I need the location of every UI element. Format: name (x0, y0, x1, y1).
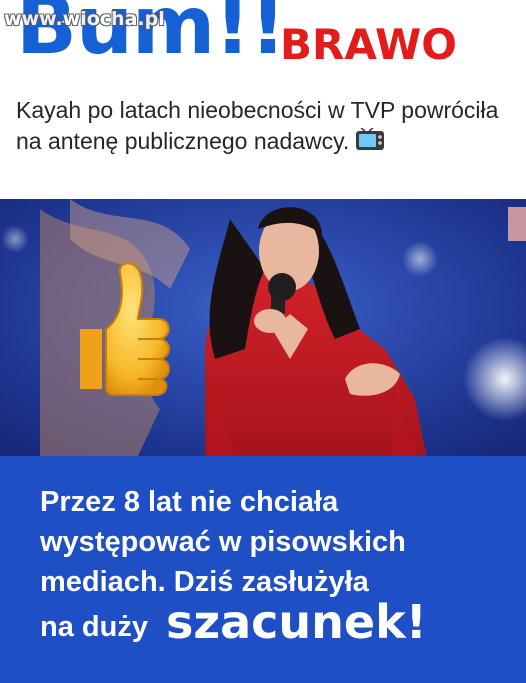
caption-line-last: na duży szacunek! (40, 599, 510, 647)
tv-icon (355, 127, 385, 160)
performer-photo (0, 199, 526, 473)
caption-line: Przez 8 lat nie chciała (40, 486, 339, 518)
stage-photo (0, 199, 526, 473)
header: Bum!! BRAWO www.wiocha.pl (0, 0, 526, 90)
caption: Przez 8 lat nie chciała występować w pis… (40, 482, 510, 647)
intro-text-block: Kayah po latach nieobecności w TVP powró… (16, 95, 516, 160)
accent-headline: BRAWO (280, 20, 458, 69)
intro-text: Kayah po latach nieobecności w TVP powró… (16, 97, 499, 154)
caption-line: występować w pisowskich (40, 526, 406, 558)
caption-box: Przez 8 lat nie chciała występować w pis… (0, 456, 526, 683)
caption-big-word: szacunek! (165, 595, 427, 649)
watermark: www.wiocha.pl (4, 8, 165, 30)
caption-line4: na duży (40, 611, 148, 643)
